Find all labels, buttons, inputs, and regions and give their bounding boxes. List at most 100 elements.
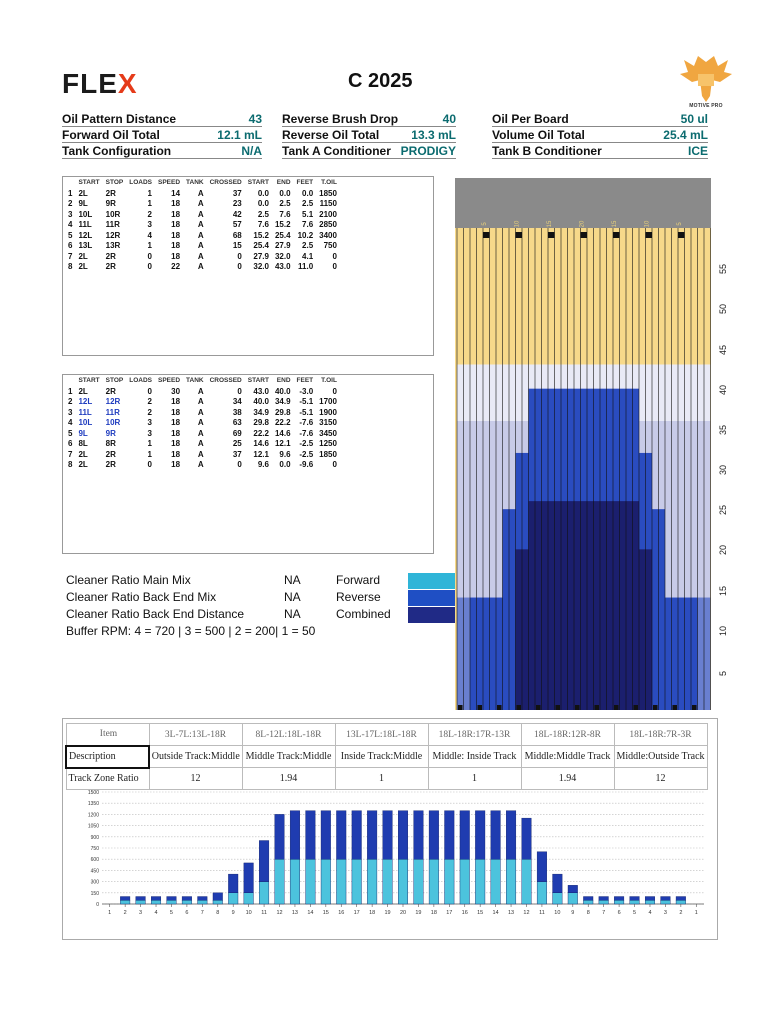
board-oil-column (671, 597, 678, 710)
board-trace-oil (496, 364, 503, 421)
forward-oil-bar (135, 900, 146, 905)
steps-column-header: STOP (105, 179, 124, 186)
steps-cell: 0.0 (279, 460, 291, 470)
x-tick-label: 7 (201, 910, 204, 916)
steps-cell: 11R (105, 407, 120, 417)
steps-cell: 32.0 (274, 251, 291, 261)
x-tick-label: 20 (400, 910, 406, 916)
spec-value: 40 (442, 112, 456, 126)
steps-cell: 10R (105, 418, 121, 428)
steps-cell: 9.6 (257, 460, 269, 470)
reverse-oil-bar (382, 810, 393, 860)
x-tick-label: 6 (618, 910, 621, 916)
steps-cell: 11.0 (298, 262, 314, 272)
distance-label: 40 (718, 384, 728, 395)
distance-label: 45 (718, 344, 728, 355)
forward-oil-bar (567, 892, 578, 905)
forward-oil-bar (614, 900, 625, 905)
steps-cell: 18 (171, 439, 181, 449)
board-trace-oil (658, 364, 665, 421)
steps-cell: 8L (78, 439, 88, 449)
steps-cell: 4.1 (302, 251, 314, 261)
arrow-board-label: 10 (515, 220, 521, 227)
foul-line-marker (458, 705, 463, 710)
forward-oil-bar (259, 881, 270, 905)
steps-cell: 3 (68, 407, 73, 417)
x-tick-label: 13 (508, 910, 514, 916)
steps-cell: 10L (78, 209, 93, 219)
steps-row: 1 2L 2R 1 14 A 37 0.0 0.0 0.0 1850 (65, 188, 340, 199)
board-outer-oil (697, 597, 704, 710)
forward-oil-bar (289, 858, 300, 905)
steps-cell: -7.6 (299, 418, 314, 428)
x-tick-label: 15 (323, 910, 329, 916)
board-heavy-oil (587, 501, 594, 710)
reverse-oil-bar (166, 896, 177, 901)
reverse-oil-bar (228, 873, 239, 893)
board-trace-oil (704, 364, 711, 421)
steps-column-header: START (247, 179, 269, 186)
spec-label: Oil Pattern Distance (62, 112, 177, 126)
steps-cell: 12L (78, 397, 93, 407)
y-tick-label: 600 (91, 857, 100, 863)
foul-line-marker (633, 705, 638, 710)
steps-column-header: STOP (105, 377, 124, 384)
board-oil-column (502, 509, 509, 710)
steps-cell: 7.6 (302, 220, 314, 230)
logo-x: X (117, 68, 138, 99)
steps-cell: 1 (147, 449, 152, 459)
track-zone-cell: Middle:Middle Track (520, 745, 615, 768)
reverse-oil-bar (444, 810, 455, 860)
board-heavy-oil (535, 501, 542, 710)
spec-divider (492, 142, 708, 143)
board-trace-oil (684, 364, 691, 421)
reverse-oil-bar (367, 810, 378, 860)
track-zone-cell: Middle Track:Middle (241, 745, 336, 768)
spec-label: Forward Oil Total (62, 128, 160, 142)
track-zone-cell: 3L-7L:13L-18R (148, 723, 243, 746)
steps-cell: 38 (232, 407, 242, 417)
steps-cell: 0.0 (279, 188, 291, 198)
steps-cell: 2L (78, 460, 88, 470)
steps-cell: 12R (105, 397, 121, 407)
spec-label: Volume Oil Total (492, 128, 585, 142)
steps-cell: 3 (147, 220, 152, 230)
board-oil-column (678, 597, 685, 710)
board-heavy-oil (600, 501, 607, 710)
x-tick-label: 17 (446, 910, 452, 916)
forward-oil-bar (367, 858, 378, 905)
steps-cell: 2 (147, 209, 152, 219)
forward-oil-bar (521, 858, 532, 905)
steps-row: 7 2L 2R 0 18 A 0 27.9 32.0 4.1 0 (65, 251, 340, 262)
legend-combined-label: Combined (336, 607, 391, 621)
logo-text: FLE (62, 68, 118, 99)
steps-cell: 22 (171, 262, 181, 272)
cleaner-back-end-mix-value: NA (284, 590, 301, 604)
reverse-oil-bar (629, 896, 640, 901)
track-zone-row-header: Item (65, 723, 150, 746)
spec-label: Tank Configuration (62, 144, 172, 158)
arrow-board-label: 20 (580, 220, 586, 227)
steps-cell: 43.0 (274, 262, 291, 272)
steps-cell: 0 (332, 262, 337, 272)
cleaner-back-end-distance-value: NA (284, 607, 301, 621)
y-tick-label: 1050 (88, 824, 99, 830)
steps-row: 2 9L 9R 1 18 A 23 0.0 2.5 2.5 1150 (65, 199, 340, 210)
forward-oil-bar (459, 858, 470, 905)
steps-column-header: LOADS (129, 179, 152, 186)
steps-cell: 1900 (319, 407, 337, 417)
board-heavy-oil (561, 501, 568, 710)
steps-cell: 9L (78, 428, 88, 438)
x-tick-label: 17 (354, 910, 360, 916)
steps-cell: A (197, 188, 204, 198)
reverse-steps-table: START STOP LOADS SPEED TANK CROSSED START END FE… (65, 375, 340, 470)
steps-cell: 1 (147, 241, 152, 251)
spec-divider (62, 158, 262, 159)
steps-column-header: END (276, 179, 291, 186)
x-tick-label: 16 (462, 910, 468, 916)
target-arrow-icon (580, 232, 587, 238)
steps-row: 2 12L 12R 2 18 A 34 40.0 34.9 -5.1 1700 (65, 397, 340, 408)
steps-cell: 18 (171, 397, 181, 407)
steps-cell: 18 (171, 209, 181, 219)
steps-cell: 2R (105, 188, 116, 198)
